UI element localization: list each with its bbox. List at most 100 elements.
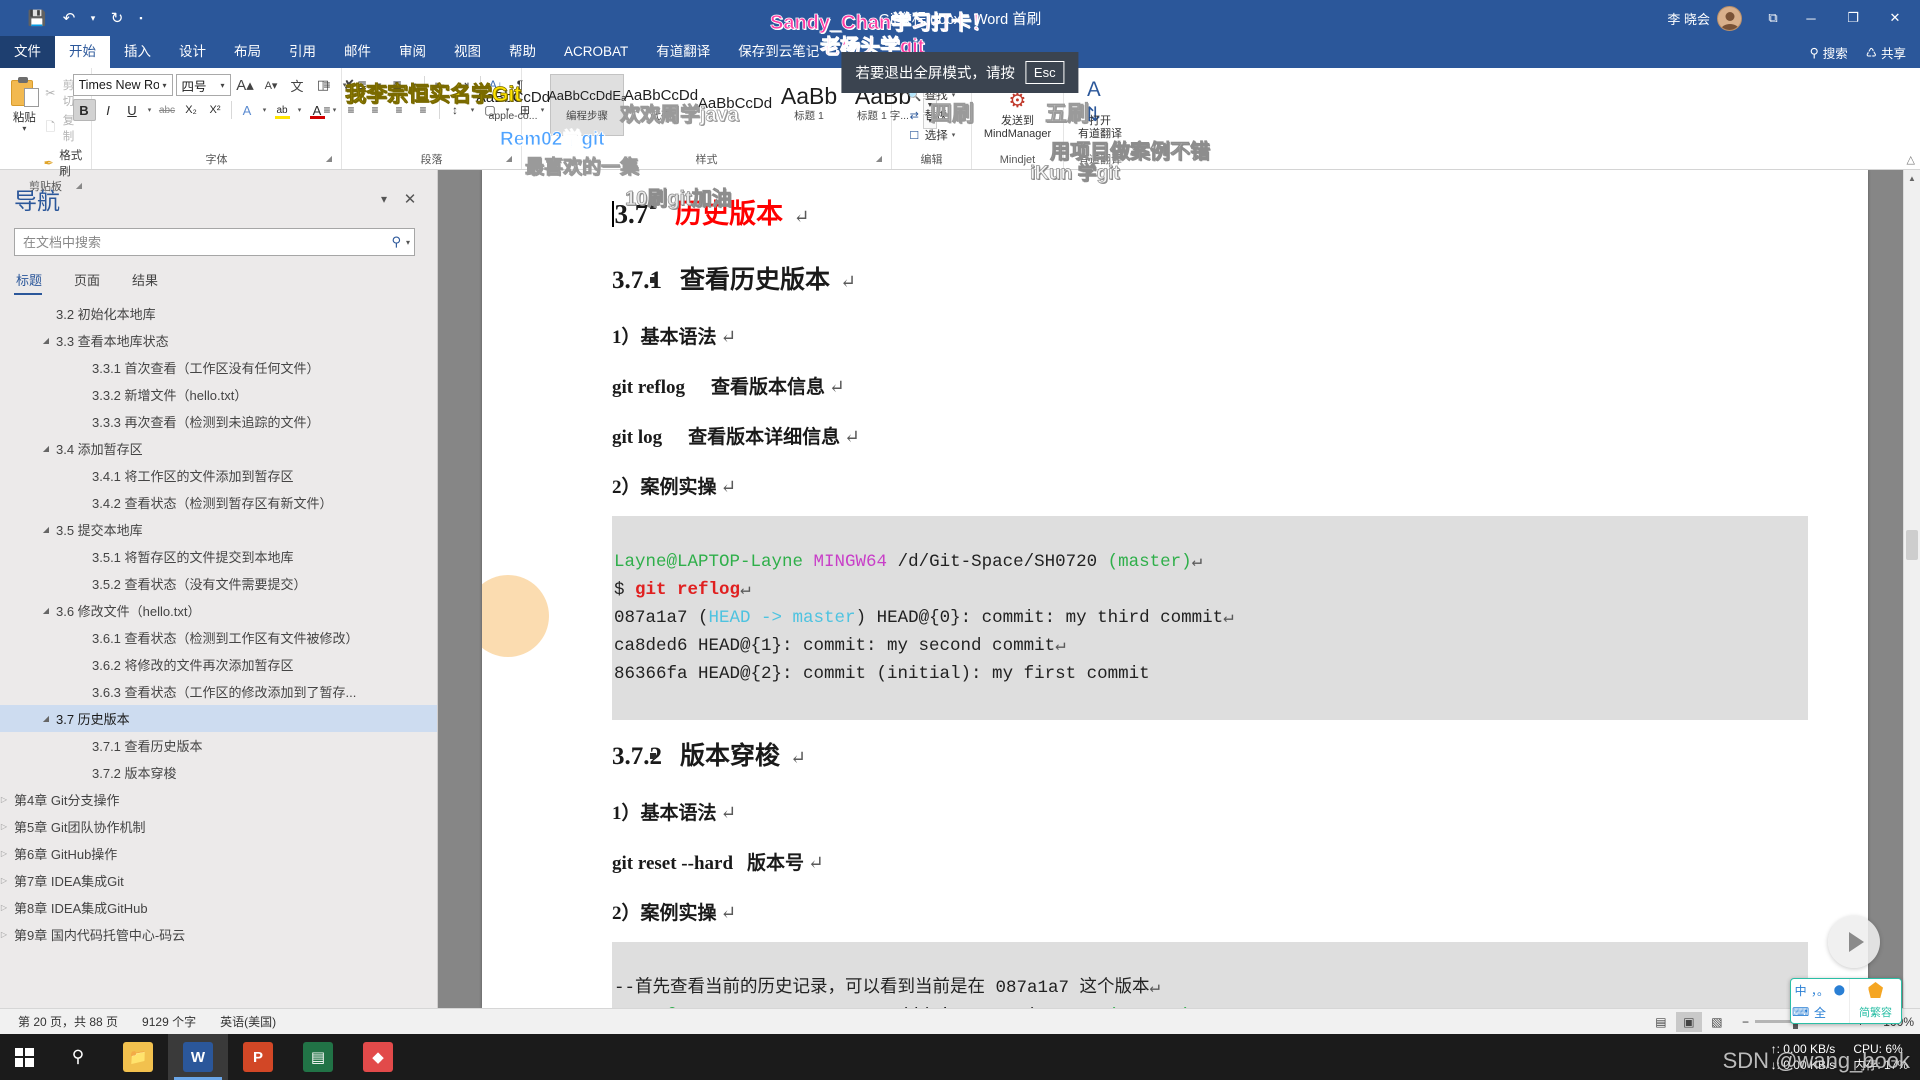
tab-home[interactable]: 开始 [55, 36, 110, 68]
underline-button[interactable]: U [121, 99, 144, 121]
nav-heading-item[interactable]: ▷ 第9章 国内代码托管中心-码云 [0, 921, 437, 948]
language-indicator[interactable]: 英语(美国) [208, 1013, 288, 1030]
subscript-button[interactable]: X₂ [180, 99, 203, 121]
taskbar-excel[interactable]: ▤ [288, 1034, 348, 1080]
search-options-chevron-icon[interactable]: ▾ [404, 238, 410, 247]
close-button[interactable]: ✕ [1874, 1, 1916, 35]
decrease-indent-icon[interactable]: ⇤ [429, 74, 452, 96]
redo-icon[interactable]: ↻ [102, 5, 132, 31]
tab-references[interactable]: 引用 [275, 36, 330, 68]
open-youdao-button[interactable]: Ａ⇅ 打开 有道翻译 [1071, 79, 1129, 143]
document-scrollbar[interactable]: ▲ [1903, 170, 1920, 1008]
triangle-expanded-icon[interactable]: ◢ [36, 714, 56, 723]
text-effects-icon[interactable]: A [236, 99, 259, 121]
taskbar-search[interactable]: ⚲ [48, 1034, 108, 1080]
style-item[interactable]: AaBbCcDd 代码 [624, 74, 698, 136]
navigation-search-box[interactable]: ⚲ ▾ [14, 228, 415, 256]
nav-heading-item[interactable]: ▷ 第5章 Git团队协作机制 [0, 813, 437, 840]
nav-heading-item[interactable]: ◢ 3.4 添加暂存区 [0, 435, 437, 462]
customize-qat-icon[interactable]: ▪ [134, 5, 148, 31]
ime-keyboard-icon[interactable]: ⌨ [1792, 1005, 1809, 1019]
navigation-close-icon[interactable]: ✕ [397, 187, 423, 211]
triangle-collapsed-icon[interactable]: ▷ [0, 849, 14, 858]
nav-heading-item[interactable]: 3.4.2 查看状态（检测到暂存区有新文件） [0, 489, 437, 516]
nav-heading-item[interactable]: 3.6.1 查看状态（检测到工作区有文件被修改） [0, 624, 437, 651]
ime-mode-chinese[interactable]: 中 [1795, 982, 1807, 999]
italic-button[interactable]: I [97, 99, 120, 121]
tab-save-to-cloud-note[interactable]: 保存到云笔记 [724, 36, 833, 68]
share-button[interactable]: ♺ 共享 [1866, 43, 1906, 62]
clipboard-dialog-launcher-icon[interactable]: ◢ [76, 177, 82, 194]
nav-heading-item[interactable]: ▷ 第8章 IDEA集成GitHub [0, 894, 437, 921]
nav-heading-item[interactable]: 3.7.2 版本穿梭 [0, 759, 437, 786]
nav-heading-item[interactable]: ◢ 3.3 查看本地库状态 [0, 327, 437, 354]
phonetic-guide-icon[interactable]: 文 [286, 74, 309, 96]
ime-brand[interactable]: 简繁容 [1849, 979, 1901, 1023]
bold-button[interactable]: B [72, 99, 96, 121]
triangle-expanded-icon[interactable]: ◢ [36, 444, 56, 453]
style-item[interactable]: AaBb 标题 1 [772, 74, 846, 136]
align-center-icon[interactable]: ≡ [340, 99, 363, 121]
grow-font-icon[interactable]: A▴ [234, 74, 257, 96]
word-count[interactable]: 9129 个字 [130, 1013, 208, 1030]
triangle-expanded-icon[interactable]: ◢ [36, 336, 56, 345]
paste-button[interactable]: 粘贴 ▾ [6, 74, 43, 133]
nav-heading-item[interactable]: ◢ 3.6 修改文件（hello.txt） [0, 597, 437, 624]
zoom-out-button[interactable]: − [1742, 1015, 1749, 1029]
nav-heading-item[interactable]: 3.5.2 查看状态（没有文件需要提交） [0, 570, 437, 597]
nav-heading-item[interactable]: 3.4.1 将工作区的文件添加到暂存区 [0, 462, 437, 489]
ime-status-bar[interactable]: 中 ，。 ⬤ ⌨ 全 简繁容 [1790, 978, 1902, 1024]
triangle-collapsed-icon[interactable]: ▷ [0, 822, 14, 831]
view-read-mode[interactable]: ▤ [1648, 1012, 1674, 1032]
tab-file[interactable]: 文件 [0, 36, 55, 68]
scroll-up-icon[interactable]: ▲ [1904, 170, 1920, 187]
increase-indent-icon[interactable]: ⇥ [453, 74, 476, 96]
nav-heading-item[interactable]: ◢ 3.7 历史版本 [0, 705, 437, 732]
triangle-collapsed-icon[interactable]: ▷ [0, 903, 14, 912]
nav-heading-item[interactable]: ◢ 3.5 提交本地库 [0, 516, 437, 543]
underline-dropdown-icon[interactable]: ▾ [145, 106, 155, 114]
start-button[interactable] [0, 1034, 48, 1080]
document-page[interactable]: 3.7 历史版本 ↵ 3.7.1 查看历史版本 ↵ 1）基本语法 ↵ git ref… [482, 170, 1868, 1008]
tab-design[interactable]: 设计 [165, 36, 220, 68]
ime-full-width[interactable]: 全 [1814, 1004, 1826, 1021]
navigation-options-icon[interactable]: ▾ [371, 187, 397, 211]
multilevel-list-icon[interactable]: ≣ [386, 74, 409, 96]
nav-heading-item[interactable]: 3.6.2 将修改的文件再次添加暂存区 [0, 651, 437, 678]
heading-collapse-marker[interactable] [650, 753, 656, 759]
distribute-icon[interactable]: ≡ [412, 99, 435, 121]
style-item[interactable]: AaBbCcDd apple-co... [476, 74, 550, 136]
taskbar-file-explorer[interactable]: 📁 [108, 1034, 168, 1080]
nav-heading-item[interactable]: 3.6.3 查看状态（工作区的修改添加到了暂存... [0, 678, 437, 705]
user-name[interactable]: 李 晓会 [1667, 9, 1710, 28]
minimize-button[interactable]: ─ [1790, 1, 1832, 35]
align-right-icon[interactable]: ≡ [364, 99, 387, 121]
heading-collapse-marker[interactable] [650, 203, 656, 209]
text-effects-dropdown-icon[interactable]: ▾ [260, 106, 270, 114]
font-size-combo[interactable]: 四号 ▾ [175, 74, 231, 96]
tab-insert[interactable]: 插入 [110, 36, 165, 68]
nav-heading-item[interactable]: 3.3.1 首次查看（工作区没有任何文件） [0, 354, 437, 381]
tell-me-search[interactable]: ⚲ 搜索 [1810, 43, 1848, 62]
bullets-icon[interactable]: ≡ [316, 74, 339, 96]
tab-acrobat[interactable]: ACROBAT [550, 36, 642, 68]
numbering-dropdown-icon[interactable]: ▾ [375, 81, 385, 89]
ime-user-icon[interactable]: ⬤ [1834, 985, 1845, 996]
justify-icon[interactable]: ≡ [388, 99, 411, 121]
ime-punctuation[interactable]: ，。 [1811, 982, 1829, 999]
replace-button[interactable]: ⇄ 替换 [905, 105, 951, 125]
taskbar-app-colorful[interactable]: ◆ [348, 1034, 408, 1080]
triangle-expanded-icon[interactable]: ◢ [36, 525, 56, 534]
superscript-button[interactable]: X² [204, 99, 227, 121]
text-highlight-icon[interactable]: ab [271, 99, 294, 121]
tab-help[interactable]: 帮助 [495, 36, 550, 68]
tab-review[interactable]: 审阅 [385, 36, 440, 68]
view-web-layout[interactable]: ▧ [1704, 1012, 1730, 1032]
multilevel-dropdown-icon[interactable]: ▾ [410, 81, 420, 89]
restore-button[interactable]: ❐ [1832, 1, 1874, 35]
nav-heading-item[interactable]: 3.5.1 将暂存区的文件提交到本地库 [0, 543, 437, 570]
select-button[interactable]: ☐ 选择 ▾ [905, 125, 959, 145]
page-count[interactable]: 第 20 页，共 88 页 [6, 1013, 130, 1030]
nav-tab-pages[interactable]: 页面 [72, 270, 114, 295]
nav-tab-headings[interactable]: 标题 [14, 270, 56, 295]
